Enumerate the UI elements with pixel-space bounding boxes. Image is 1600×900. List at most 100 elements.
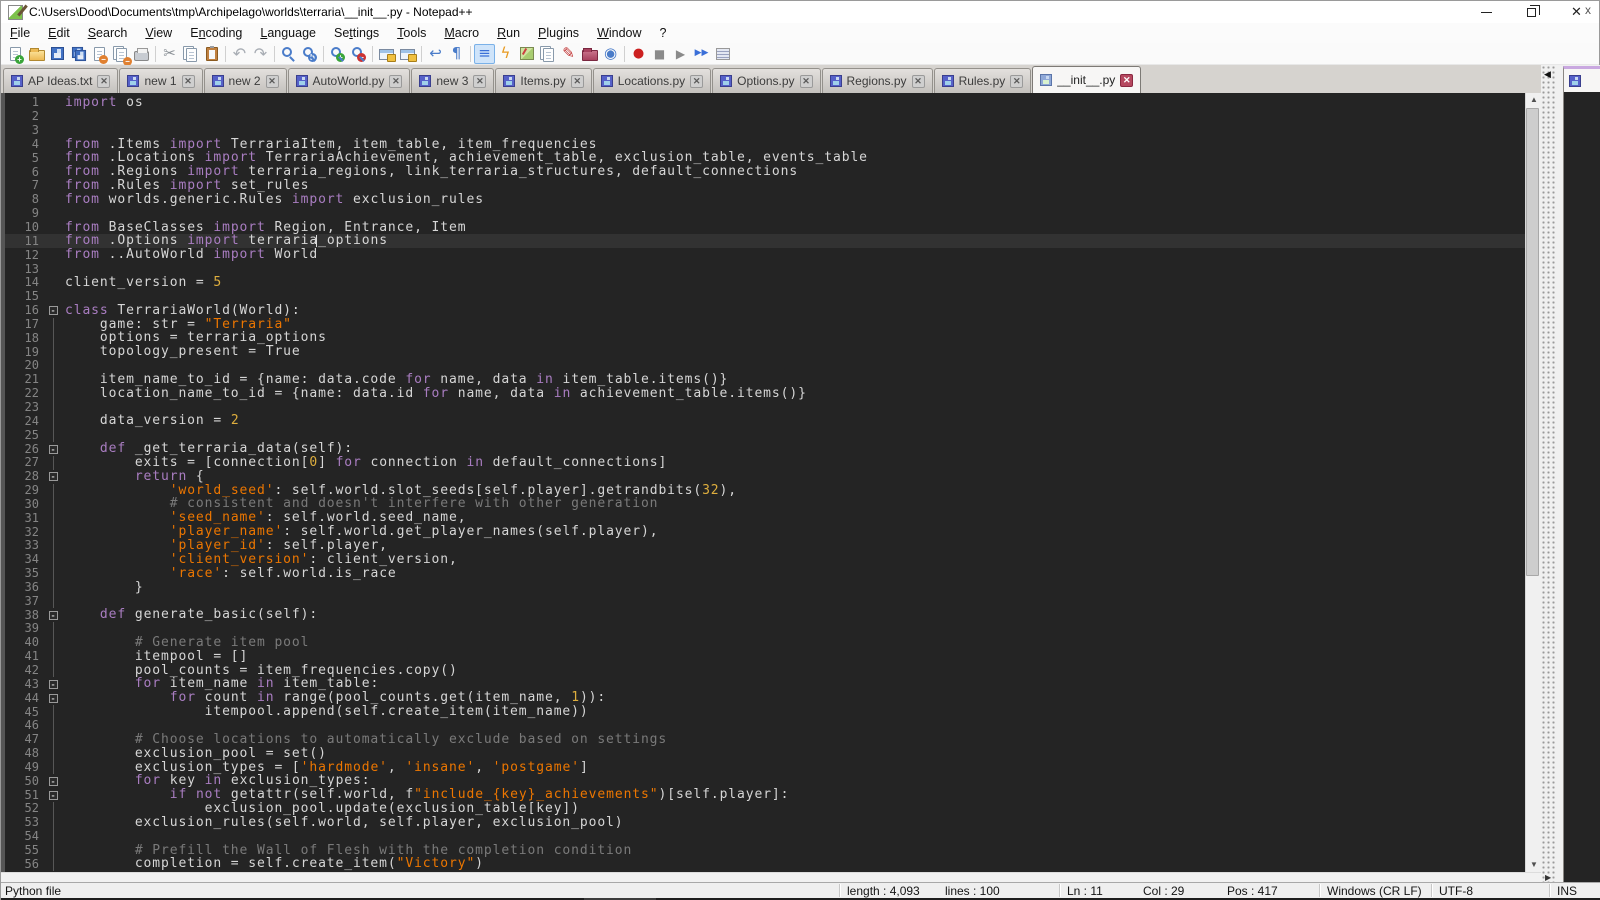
tab-close-icon[interactable]: ✕ — [97, 75, 110, 88]
code-line[interactable]: 30 # consistent and doesn't interfere wi… — [5, 497, 1525, 511]
code-line[interactable]: 45 itempool.append(self.create_item(item… — [5, 705, 1525, 719]
new-file-button[interactable]: + — [5, 44, 26, 64]
code-line[interactable]: 39 — [5, 622, 1525, 636]
maximize-button[interactable] — [1509, 1, 1554, 23]
tab-new-3[interactable]: new 3✕ — [411, 68, 494, 93]
code-line[interactable]: 47 # Choose locations to automatically e… — [5, 733, 1525, 747]
word-wrap-button[interactable]: ↩ — [425, 44, 446, 64]
code-line[interactable]: 46 — [5, 719, 1525, 733]
code-line[interactable]: 4from .Items import TerrariaItem, item_t… — [5, 138, 1525, 152]
code-line[interactable]: 27 exits = [connection[0] for connection… — [5, 456, 1525, 470]
secondary-view-editor[interactable] — [1563, 92, 1600, 882]
tab-close-icon[interactable]: ✕ — [571, 75, 584, 88]
code-line[interactable]: 51- if not getattr(self.world, f"include… — [5, 788, 1525, 802]
show-indent-guide-button[interactable]: ≡ — [474, 44, 495, 64]
fold-collapse-icon[interactable]: - — [45, 304, 61, 318]
code-line[interactable]: 16-class TerrariaWorld(World): — [5, 304, 1525, 318]
tab-new-2[interactable]: new 2✕ — [204, 68, 287, 93]
tab-ap-ideas-txt[interactable]: AP Ideas.txt✕ — [3, 68, 118, 93]
fold-collapse-icon[interactable]: - — [45, 442, 61, 456]
folder-as-workspace-button[interactable] — [579, 44, 600, 64]
minimize-button[interactable] — [1464, 1, 1509, 23]
start-recording-button[interactable]: ● — [628, 44, 649, 64]
code-line[interactable]: 20 — [5, 359, 1525, 373]
code-line[interactable]: 37 — [5, 594, 1525, 608]
code-line[interactable]: 41 itempool = [] — [5, 650, 1525, 664]
playback-button[interactable]: ▶ — [670, 44, 691, 64]
cut-button[interactable]: ✂ — [159, 44, 180, 64]
function-list-button[interactable]: ϟ — [495, 44, 516, 64]
tab-close-icon[interactable]: ✕ — [389, 75, 402, 88]
code-line[interactable]: 5from .Locations import TerrariaAchievem… — [5, 151, 1525, 165]
code-line[interactable]: 24 data_version = 2 — [5, 414, 1525, 428]
tab-close-icon[interactable]: ✕ — [690, 75, 703, 88]
define-language-button[interactable]: ✎ — [558, 44, 579, 64]
code-line[interactable]: 32 'player_name': self.world.get_player_… — [5, 525, 1525, 539]
code-line[interactable]: 25 — [5, 428, 1525, 442]
code-line[interactable]: 12from ..AutoWorld import World — [5, 248, 1525, 262]
tab-close-icon[interactable]: ✕ — [1120, 74, 1133, 87]
sync-horizontal-button[interactable] — [397, 44, 418, 64]
close-all-button[interactable]: − — [110, 44, 131, 64]
code-line[interactable]: 22 location_name_to_id = {name: data.id … — [5, 387, 1525, 401]
code-line[interactable]: 14client_version = 5 — [5, 276, 1525, 290]
code-line[interactable]: 9 — [5, 207, 1525, 221]
code-line[interactable]: 44- for count in range(pool_counts.get(i… — [5, 691, 1525, 705]
code-line[interactable]: 36 } — [5, 581, 1525, 595]
stop-recording-button[interactable]: ■ — [649, 44, 670, 64]
code-line[interactable]: 19 topology_present = True — [5, 345, 1525, 359]
close-button[interactable]: ✕ — [1554, 1, 1599, 23]
copy-button[interactable] — [180, 44, 201, 64]
tab-locations-py[interactable]: Locations.py✕ — [593, 68, 711, 93]
code-line[interactable]: 33 'player_id': self.player, — [5, 539, 1525, 553]
find-button[interactable] — [278, 44, 299, 64]
monitoring-button[interactable]: ◉ — [600, 44, 621, 64]
zoom-out-button[interactable]: − — [348, 44, 369, 64]
fold-collapse-icon[interactable]: - — [45, 677, 61, 691]
code-area[interactable]: 1import os234from .Items import Terraria… — [5, 96, 1525, 871]
tab-items-py[interactable]: Items.py✕ — [495, 68, 591, 93]
menu-language[interactable]: Language — [251, 24, 325, 42]
tab-close-icon[interactable]: ✕ — [473, 75, 486, 88]
code-line[interactable]: 15 — [5, 290, 1525, 304]
save-recorded-macro-button[interactable] — [712, 44, 733, 64]
paste-button[interactable] — [201, 44, 222, 64]
open-file-button[interactable] — [26, 44, 47, 64]
document-close-x-icon[interactable]: x — [1585, 3, 1591, 17]
vertical-scrollbar-thumb[interactable] — [1526, 108, 1539, 576]
close-button[interactable]: − — [89, 44, 110, 64]
code-line[interactable]: 23 — [5, 401, 1525, 415]
tab-close-icon[interactable]: ✕ — [182, 75, 195, 88]
code-line[interactable]: 52 exclusion_pool.update(exclusion_table… — [5, 802, 1525, 816]
code-line[interactable]: 53 exclusion_rules(self.world, self.play… — [5, 816, 1525, 830]
tab-scroll-left-icon[interactable]: ◀ — [1544, 69, 1547, 80]
code-line[interactable]: 35 'race': self.world.is_race — [5, 567, 1525, 581]
code-line[interactable]: 38- def generate_basic(self): — [5, 608, 1525, 622]
code-line[interactable]: 40 # Generate item pool — [5, 636, 1525, 650]
code-line[interactable]: 48 exclusion_pool = set() — [5, 747, 1525, 761]
code-line[interactable]: 56 completion = self.create_item("Victor… — [5, 857, 1525, 871]
tab--init-py[interactable]: __init__.py✕ — [1032, 66, 1141, 93]
code-line[interactable]: 49 exclusion_types = ['hardmode', 'insan… — [5, 761, 1525, 775]
replace-button[interactable]: b — [299, 44, 320, 64]
fold-collapse-icon[interactable]: - — [45, 470, 61, 484]
code-line[interactable]: 42 pool_counts = item_frequencies.copy() — [5, 664, 1525, 678]
tab-close-icon[interactable]: ✕ — [800, 75, 813, 88]
menu-encoding[interactable]: Encoding — [181, 24, 251, 42]
tab-regions-py[interactable]: Regions.py✕ — [822, 68, 933, 93]
menu-run[interactable]: Run — [488, 24, 529, 42]
fold-collapse-icon[interactable]: - — [45, 608, 61, 622]
code-line[interactable]: 8from worlds.generic.Rules import exclus… — [5, 193, 1525, 207]
code-line[interactable]: 31 'seed_name': self.world.seed_name, — [5, 511, 1525, 525]
code-line[interactable]: 2 — [5, 110, 1525, 124]
fold-collapse-icon[interactable]: - — [45, 788, 61, 802]
show-all-characters-button[interactable]: ¶ — [446, 44, 467, 64]
code-line[interactable]: 26- def _get_terraria_data(self): — [5, 442, 1525, 456]
code-line[interactable]: 50- for key in exclusion_types: — [5, 774, 1525, 788]
undo-button[interactable]: ↶ — [229, 44, 250, 64]
code-line[interactable]: 34 'client_version': client_version, — [5, 553, 1525, 567]
menu-file[interactable]: File — [1, 24, 39, 42]
tab-close-icon[interactable]: ✕ — [912, 75, 925, 88]
code-line[interactable]: 3 — [5, 124, 1525, 138]
code-line[interactable]: 54 — [5, 830, 1525, 844]
